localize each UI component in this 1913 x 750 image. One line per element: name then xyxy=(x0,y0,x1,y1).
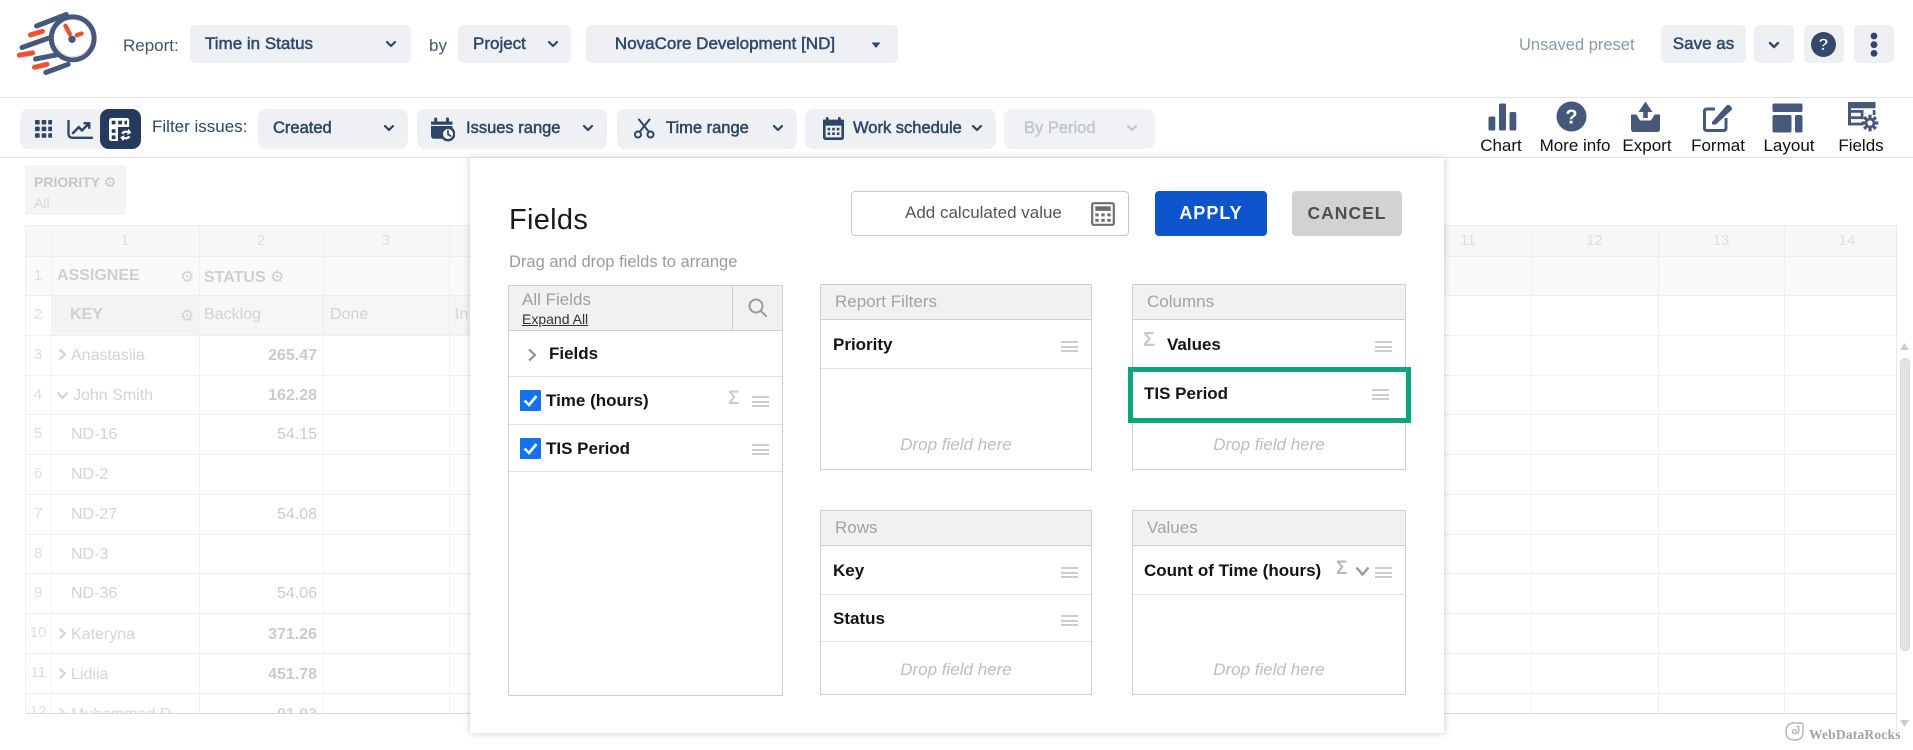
svg-text:?: ? xyxy=(1565,107,1577,129)
